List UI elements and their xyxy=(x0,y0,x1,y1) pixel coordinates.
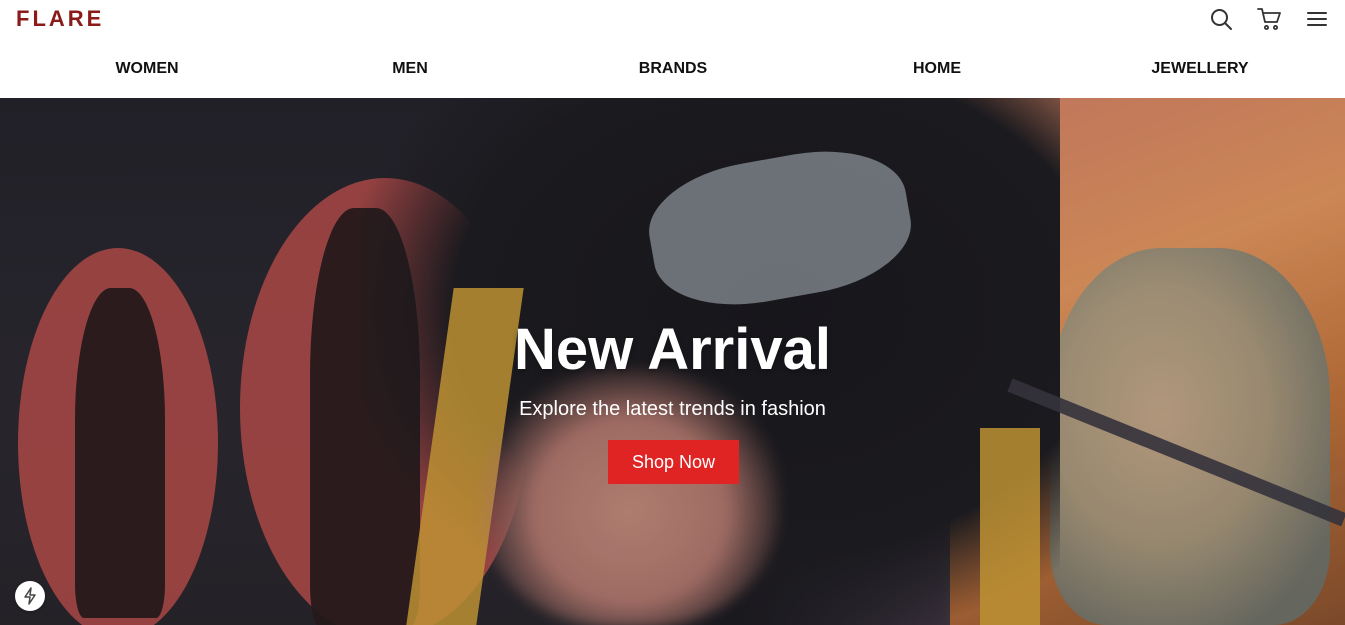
shop-now-button[interactable]: Shop Now xyxy=(608,440,739,484)
cart-icon[interactable] xyxy=(1255,6,1283,32)
hero-subtitle: Explore the latest trends in fashion xyxy=(519,398,826,420)
menu-icon[interactable] xyxy=(1303,6,1331,32)
nav-item-home[interactable]: HOME xyxy=(913,60,961,78)
lightning-icon[interactable] xyxy=(15,581,45,611)
nav-item-women[interactable]: WOMEN xyxy=(115,60,178,78)
nav-item-men[interactable]: MEN xyxy=(392,60,428,78)
hero-content: New Arrival Explore the latest trends in… xyxy=(0,98,1345,625)
nav-item-brands[interactable]: BRANDS xyxy=(639,60,707,78)
site-header: FLARE WOMEN MEN BRANDS HOME JEWELLERY xyxy=(0,0,1345,98)
brand-logo[interactable]: FLARE xyxy=(16,6,104,32)
hero-banner: New Arrival Explore the latest trends in… xyxy=(0,98,1345,625)
nav-item-jewellery[interactable]: JEWELLERY xyxy=(1151,60,1248,78)
header-icons xyxy=(1207,6,1331,32)
search-icon[interactable] xyxy=(1207,6,1235,32)
hero-title: New Arrival xyxy=(514,317,831,382)
main-nav: WOMEN MEN BRANDS HOME JEWELLERY xyxy=(0,56,1345,84)
